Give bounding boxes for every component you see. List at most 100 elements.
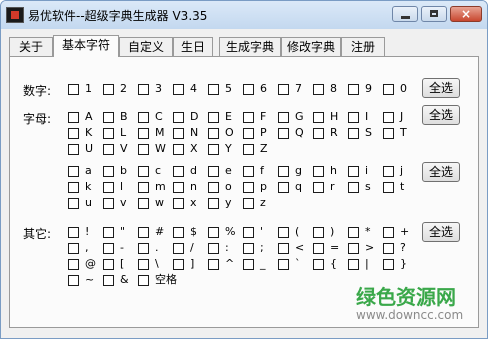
char-checkbox[interactable] <box>208 128 219 139</box>
char-checkbox[interactable] <box>138 128 149 139</box>
char-checkbox[interactable] <box>243 182 254 193</box>
char-checkbox[interactable] <box>138 259 149 270</box>
char-checkbox[interactable] <box>278 112 289 123</box>
char-checkbox[interactable] <box>313 182 324 193</box>
char-checkbox[interactable] <box>243 243 254 254</box>
char-checkbox[interactable] <box>348 259 359 270</box>
minimize-button[interactable] <box>392 6 418 22</box>
char-checkbox[interactable] <box>208 84 219 95</box>
char-checkbox[interactable] <box>348 128 359 139</box>
char-checkbox[interactable] <box>348 227 359 238</box>
char-checkbox[interactable] <box>138 144 149 155</box>
title-bar[interactable]: 易优软件--超级字典生成器 V3.35 × <box>1 1 487 29</box>
char-checkbox[interactable] <box>138 198 149 209</box>
char-checkbox[interactable] <box>103 275 114 286</box>
char-checkbox[interactable] <box>103 144 114 155</box>
char-checkbox[interactable] <box>103 243 114 254</box>
char-checkbox[interactable] <box>278 227 289 238</box>
char-checkbox[interactable] <box>348 166 359 177</box>
char-checkbox[interactable] <box>138 182 149 193</box>
char-checkbox[interactable] <box>68 144 79 155</box>
char-checkbox[interactable] <box>208 259 219 270</box>
char-checkbox[interactable] <box>243 84 254 95</box>
char-checkbox[interactable] <box>348 112 359 123</box>
char-checkbox[interactable] <box>173 128 184 139</box>
tab-basic-chars[interactable]: 基本字符 <box>53 35 119 57</box>
char-checkbox[interactable] <box>313 227 324 238</box>
tab-about[interactable]: 关于 <box>9 37 53 56</box>
close-button[interactable]: × <box>450 6 482 22</box>
char-checkbox[interactable] <box>383 182 394 193</box>
char-checkbox[interactable] <box>348 84 359 95</box>
char-checkbox[interactable] <box>68 243 79 254</box>
char-checkbox[interactable] <box>138 275 149 286</box>
char-checkbox[interactable] <box>383 227 394 238</box>
char-checkbox[interactable] <box>243 128 254 139</box>
char-checkbox[interactable] <box>278 128 289 139</box>
char-checkbox[interactable] <box>313 84 324 95</box>
char-checkbox[interactable] <box>68 112 79 123</box>
char-checkbox[interactable] <box>383 243 394 254</box>
char-checkbox[interactable] <box>68 275 79 286</box>
char-checkbox[interactable] <box>313 128 324 139</box>
char-checkbox[interactable] <box>278 166 289 177</box>
lowercase-select-all-button[interactable]: 全选 <box>422 162 460 182</box>
uppercase-select-all-button[interactable]: 全选 <box>422 105 460 125</box>
char-checkbox[interactable] <box>103 112 114 123</box>
char-checkbox[interactable] <box>243 198 254 209</box>
char-checkbox[interactable] <box>208 144 219 155</box>
char-checkbox[interactable] <box>173 144 184 155</box>
char-checkbox[interactable] <box>138 227 149 238</box>
char-checkbox[interactable] <box>208 198 219 209</box>
char-checkbox[interactable] <box>383 112 394 123</box>
char-checkbox[interactable] <box>383 259 394 270</box>
tab-generate-dict[interactable]: 生成字典 <box>219 37 281 56</box>
char-checkbox[interactable] <box>68 128 79 139</box>
char-checkbox[interactable] <box>383 166 394 177</box>
char-checkbox[interactable] <box>103 166 114 177</box>
digits-select-all-button[interactable]: 全选 <box>422 78 460 98</box>
char-checkbox[interactable] <box>103 182 114 193</box>
char-checkbox[interactable] <box>173 259 184 270</box>
char-checkbox[interactable] <box>278 84 289 95</box>
char-checkbox[interactable] <box>138 243 149 254</box>
char-checkbox[interactable] <box>103 198 114 209</box>
char-checkbox[interactable] <box>208 112 219 123</box>
char-checkbox[interactable] <box>173 243 184 254</box>
char-checkbox[interactable] <box>103 259 114 270</box>
tab-register[interactable]: 注册 <box>341 37 385 56</box>
char-checkbox[interactable] <box>138 166 149 177</box>
char-checkbox[interactable] <box>103 128 114 139</box>
char-checkbox[interactable] <box>68 182 79 193</box>
char-checkbox[interactable] <box>383 84 394 95</box>
tab-birthday[interactable]: 生日 <box>173 37 213 56</box>
char-checkbox[interactable] <box>278 259 289 270</box>
char-checkbox[interactable] <box>348 243 359 254</box>
tab-modify-dict[interactable]: 修改字典 <box>281 37 341 56</box>
char-checkbox[interactable] <box>243 227 254 238</box>
char-checkbox[interactable] <box>243 259 254 270</box>
char-checkbox[interactable] <box>173 166 184 177</box>
char-checkbox[interactable] <box>278 243 289 254</box>
char-checkbox[interactable] <box>138 84 149 95</box>
char-checkbox[interactable] <box>278 182 289 193</box>
char-checkbox[interactable] <box>68 198 79 209</box>
char-checkbox[interactable] <box>313 166 324 177</box>
char-checkbox[interactable] <box>103 227 114 238</box>
char-checkbox[interactable] <box>68 227 79 238</box>
char-checkbox[interactable] <box>173 227 184 238</box>
char-checkbox[interactable] <box>68 166 79 177</box>
char-checkbox[interactable] <box>313 259 324 270</box>
char-checkbox[interactable] <box>243 144 254 155</box>
char-checkbox[interactable] <box>208 182 219 193</box>
char-checkbox[interactable] <box>173 182 184 193</box>
char-checkbox[interactable] <box>313 112 324 123</box>
char-checkbox[interactable] <box>208 243 219 254</box>
char-checkbox[interactable] <box>173 198 184 209</box>
char-checkbox[interactable] <box>173 84 184 95</box>
char-checkbox[interactable] <box>243 112 254 123</box>
symbols-select-all-button[interactable]: 全选 <box>422 222 460 242</box>
char-checkbox[interactable] <box>68 259 79 270</box>
char-checkbox[interactable] <box>313 243 324 254</box>
maximize-button[interactable] <box>421 6 447 22</box>
